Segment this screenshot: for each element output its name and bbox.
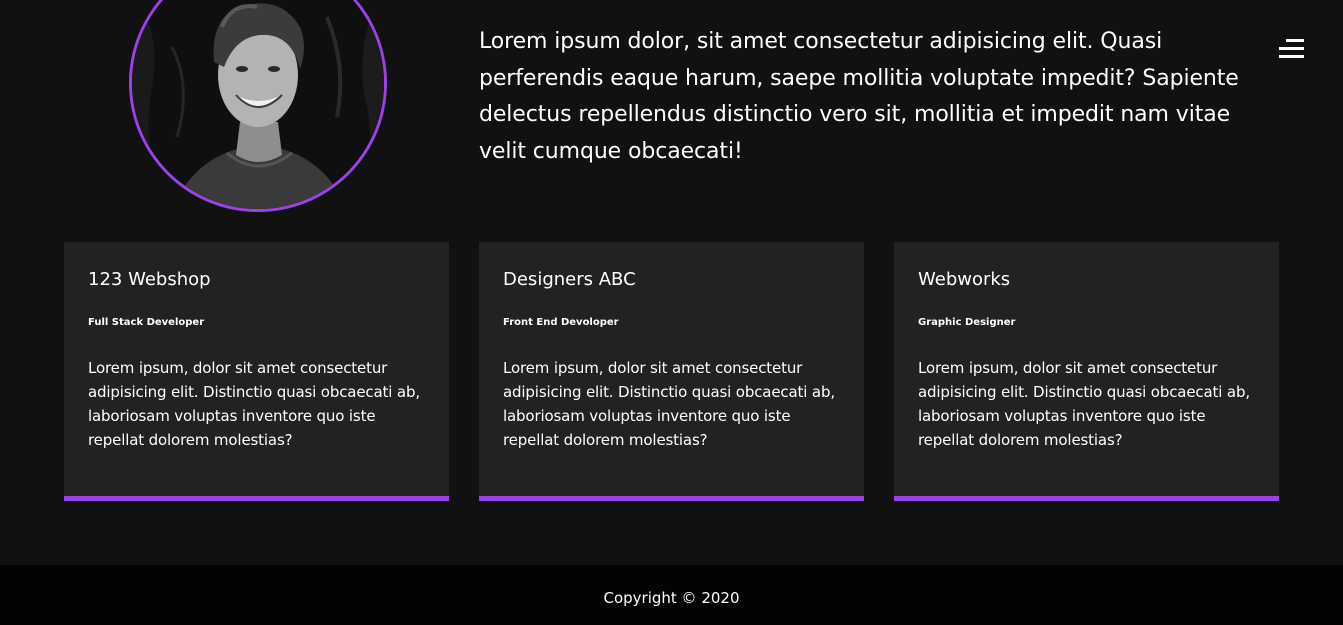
- job-role: Graphic Designer: [918, 317, 1016, 328]
- company-name: Designers ABC: [503, 269, 636, 290]
- person-photo-icon: [132, 0, 384, 209]
- page: Lorem ipsum dolor, sit amet consectetur …: [0, 0, 1343, 625]
- experience-card: Designers ABC Front End Devoloper Lorem …: [479, 242, 864, 501]
- experience-card: 123 Webshop Full Stack Developer Lorem i…: [64, 242, 449, 501]
- footer: Copyright © 2020: [0, 565, 1343, 625]
- bio-text: Lorem ipsum dolor, sit amet consectetur …: [479, 29, 1239, 164]
- job-role: Full Stack Developer: [88, 317, 205, 328]
- job-role: Front End Devoloper: [503, 317, 619, 328]
- company-name: Webworks: [918, 269, 1011, 290]
- job-description: Lorem ipsum, dolor sit amet consectetur …: [88, 359, 420, 449]
- hamburger-menu-icon[interactable]: [1276, 37, 1306, 63]
- menu-line: [1279, 55, 1304, 58]
- job-description: Lorem ipsum, dolor sit amet consectetur …: [918, 359, 1250, 449]
- job-description: Lorem ipsum, dolor sit amet consectetur …: [503, 359, 835, 449]
- profile-photo: [129, 0, 387, 212]
- menu-line: [1279, 47, 1304, 50]
- company-name: 123 Webshop: [88, 269, 211, 290]
- menu-line: [1286, 39, 1304, 42]
- copyright-text: Copyright © 2020: [603, 589, 740, 607]
- experience-card: Webworks Graphic Designer Lorem ipsum, d…: [894, 242, 1279, 501]
